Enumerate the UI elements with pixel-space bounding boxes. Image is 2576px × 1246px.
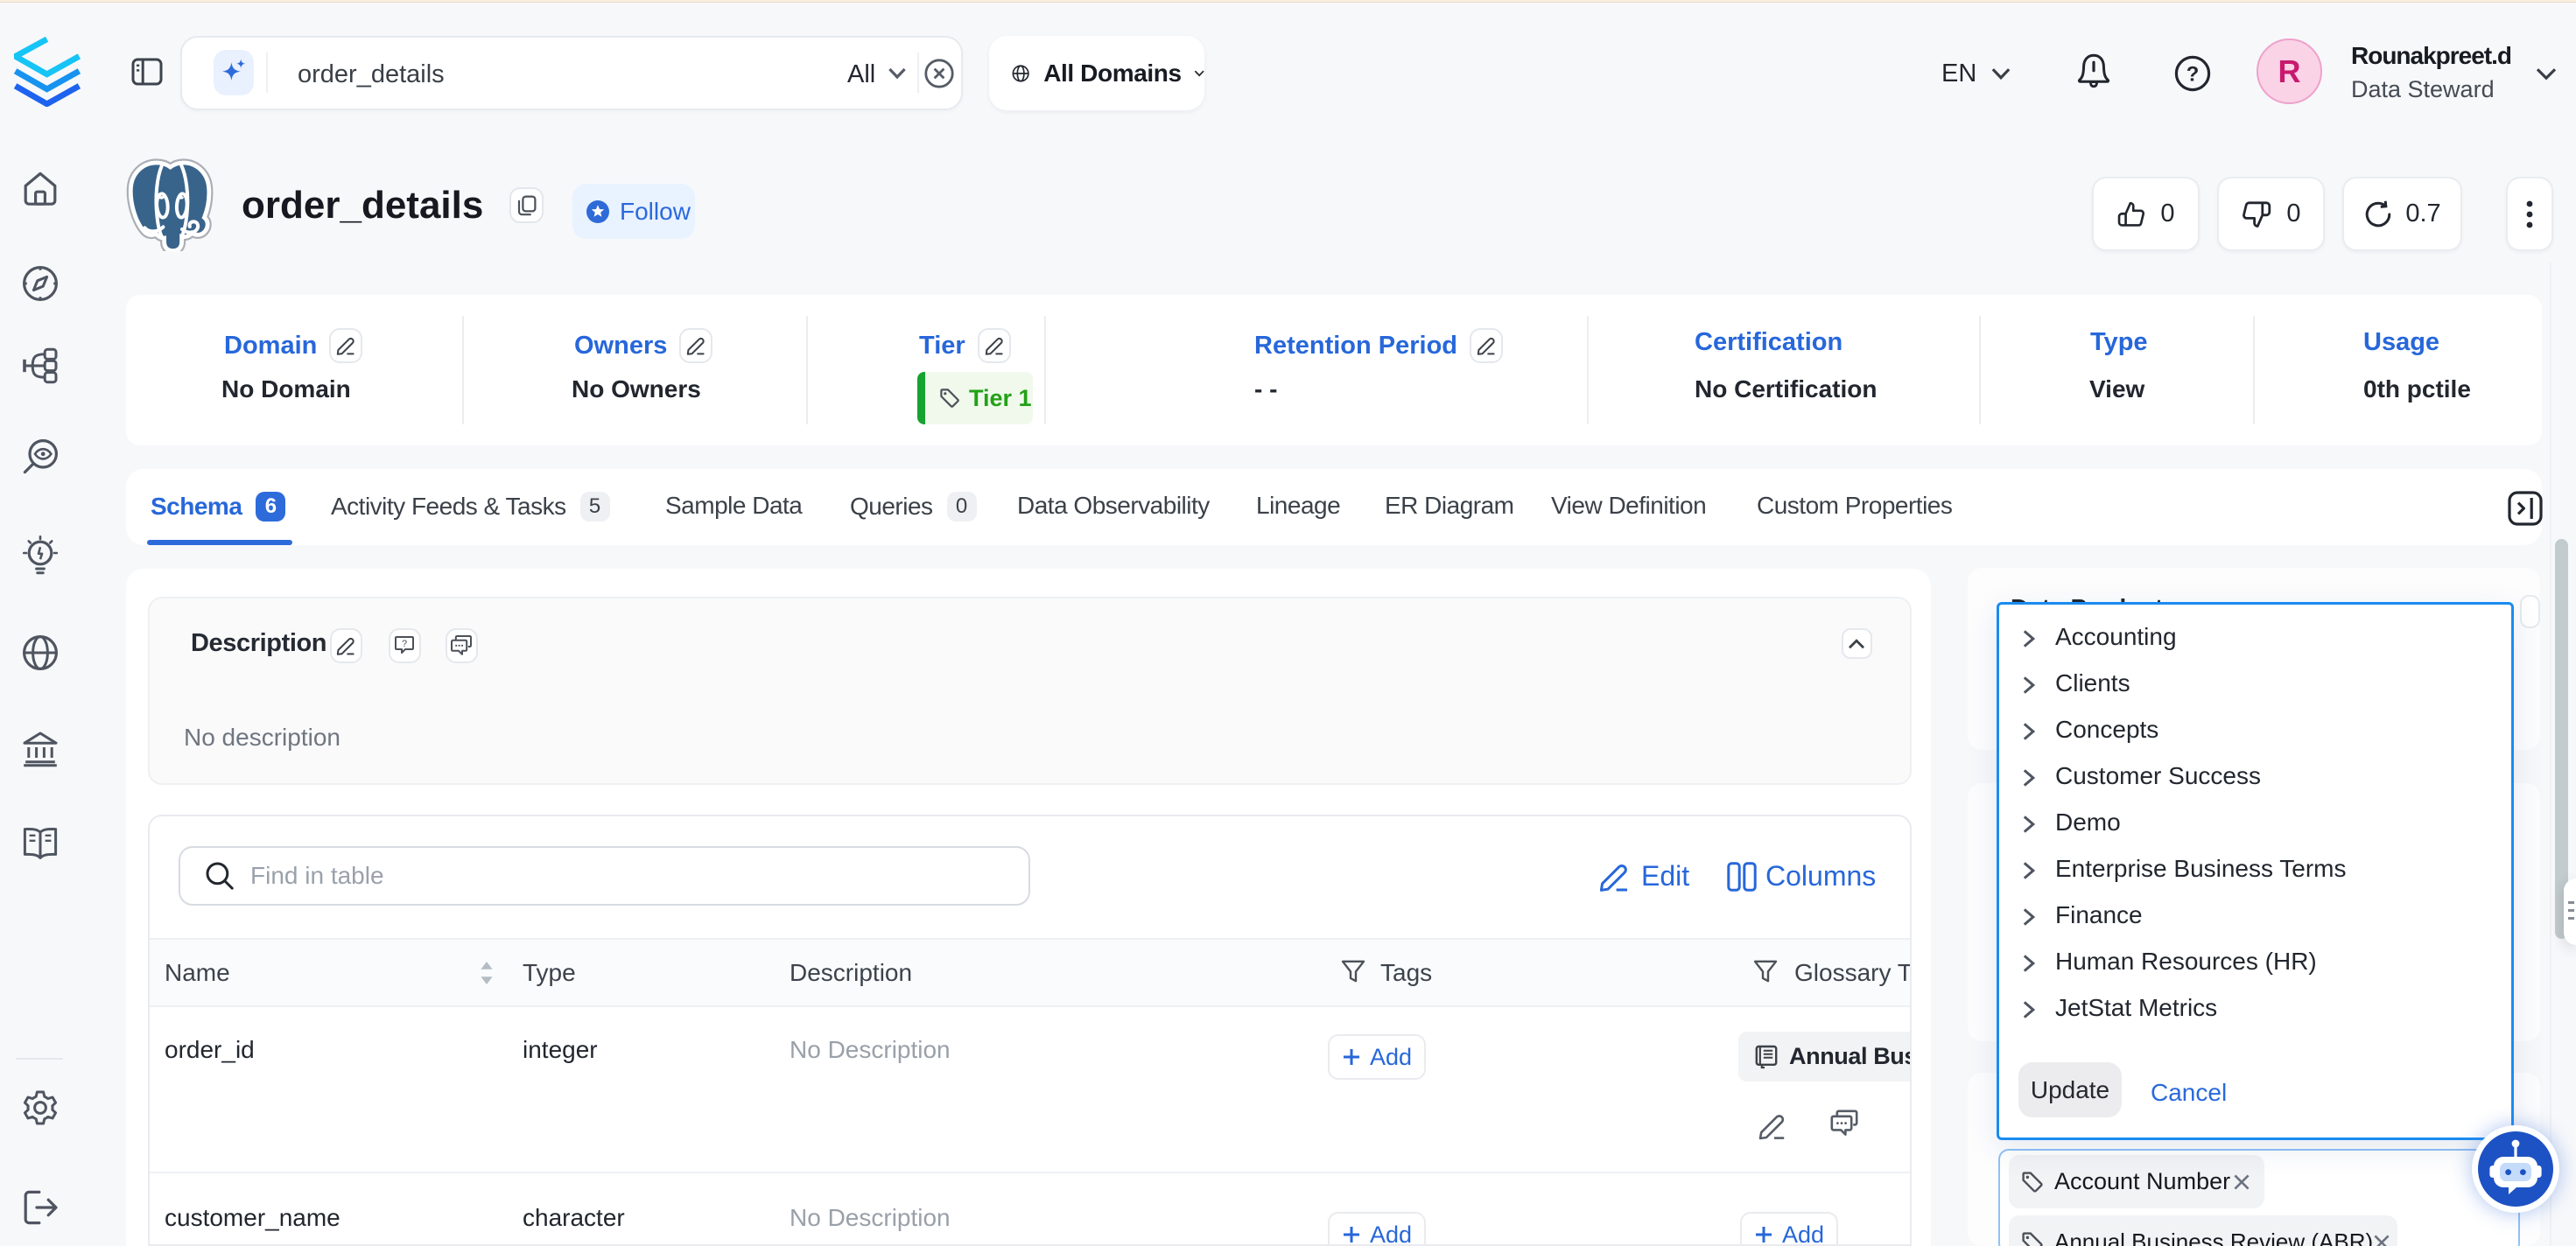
svg-text:?: ? <box>2186 63 2200 87</box>
svg-text:?: ? <box>402 639 407 649</box>
